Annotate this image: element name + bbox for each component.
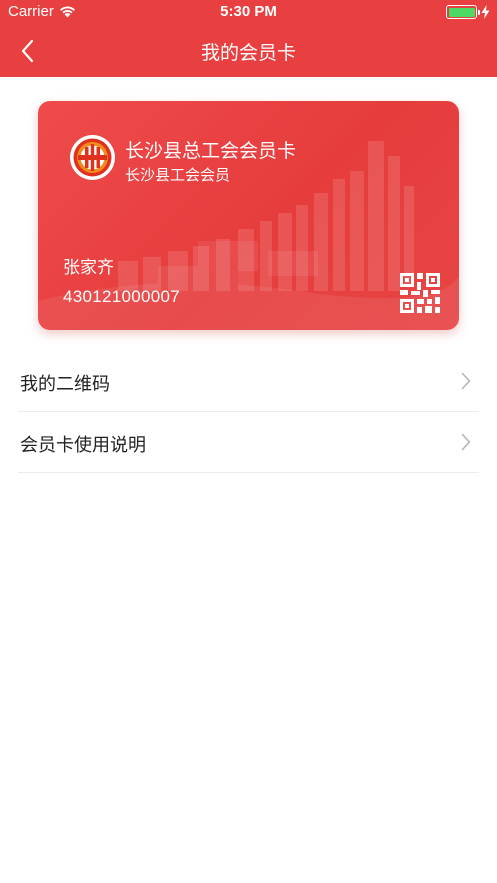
card-title: 长沙县总工会会员卡 — [125, 140, 297, 162]
chevron-right-icon — [461, 372, 471, 390]
page-title: 我的会员卡 — [200, 42, 296, 64]
status-time: 5:30 PM — [220, 3, 277, 20]
menu-item-label: 我的二维码 — [20, 374, 110, 395]
menu-item-label: 会员卡使用说明 — [20, 435, 146, 456]
menu-item-my-qr-code[interactable]: 我的二维码 — [18, 351, 479, 412]
card-subtitle: 长沙县工会会员 — [125, 166, 231, 184]
battery-cap — [478, 10, 480, 15]
top-bar: Carrier 5:30 PM 我的会员卡 — [0, 0, 497, 77]
battery-indicator — [446, 5, 490, 19]
navigation-bar: 我的会员卡 — [0, 26, 497, 77]
menu-list: 我的二维码 会员卡使用说明 — [0, 351, 497, 473]
card-number: 430121000007 — [63, 287, 181, 306]
battery-icon — [446, 5, 480, 19]
menu-item-card-instructions[interactable]: 会员卡使用说明 — [18, 412, 479, 473]
trade-union-logo-icon — [70, 135, 115, 180]
battery-level-fill — [448, 7, 475, 17]
qr-code-icon[interactable] — [400, 273, 440, 313]
chevron-right-icon — [461, 433, 471, 451]
member-card[interactable]: 长沙县总工会会员卡 长沙县工会会员 张家齐 430121000007 — [38, 101, 459, 330]
member-card-screen: Carrier 5:30 PM 我的会员卡 长沙县总工会会员卡 长沙县工会会员 … — [0, 0, 497, 883]
status-bar: Carrier 5:30 PM — [0, 0, 497, 26]
charging-bolt-icon — [481, 5, 490, 19]
card-holder-name: 张家齐 — [63, 258, 114, 278]
